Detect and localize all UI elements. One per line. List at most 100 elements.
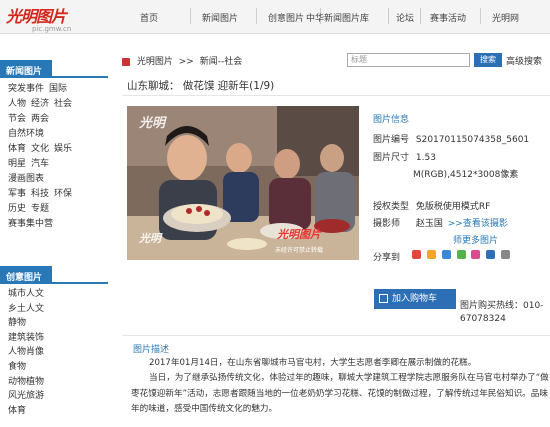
breadcrumb-home[interactable]: 光明图片 [137,57,173,67]
nav-gmw[interactable]: 光明网 [492,11,519,24]
cart-icon [379,294,388,303]
sidebar-link[interactable]: 人物肖像 [8,345,100,360]
search-button[interactable]: 搜索 [474,53,502,67]
sidebar-link[interactable]: 娱乐 [54,144,72,154]
page: 光明图片 pic.gmw.cn 首页 新闻图片 创意图片 中华新闻图片库 论坛 … [0,0,550,427]
description-title: 图片描述 [133,345,170,355]
breadcrumb: 光明图片 >> 新闻--社会 [122,54,242,67]
sidebar-link[interactable]: 体育 [8,144,26,154]
nav-photo-library[interactable]: 中华新闻图片库 [306,11,369,24]
sidebar-link[interactable]: 赛事集中营 [8,219,53,229]
info-value: 1.53 [415,153,436,163]
search-input[interactable]: 标题 [347,53,470,67]
more-works-link[interactable]: 师更多图片 [453,236,498,246]
home-icon [122,57,130,66]
nav-news-photos[interactable]: 新闻图片 [202,11,238,24]
add-to-cart-button[interactable]: 加入购物车 [374,289,456,309]
sidebar-link[interactable]: 突发事件 [8,84,44,94]
sidebar-link[interactable]: 汽车 [31,159,49,169]
nav-creative-photos[interactable]: 创意图片 [268,11,304,24]
sidebar-link[interactable]: 乡土人文 [8,302,100,317]
info-label: 分享到 [373,253,401,263]
sidebar-link[interactable]: 国际 [49,84,67,94]
main-nav: 首页 新闻图片 创意图片 中华新闻图片库 论坛 赛事活动 光明网 [120,8,550,26]
news-category-links: 突发事件 国际 人物 经济 社会 节会 两会 自然环境 体育 文化 娱乐 明星 汽车 漫画图表… [0,78,108,236]
info-label: 摄影师 [373,219,401,229]
sidebar-link[interactable]: 节会 [8,114,26,124]
news-section-header: 新闻图片 [0,60,108,78]
info-value: S20170115074358_5601 [415,135,530,145]
sidebar-link[interactable]: 历史 [8,204,26,214]
info-value: 免版税使用模式RF [415,202,491,212]
hotline: 图片购买热线：010-67078324 [460,301,544,324]
sidebar-link[interactable]: 明星 [8,159,26,169]
tencent-weibo-icon[interactable] [441,250,451,259]
qzone-icon[interactable] [426,250,436,259]
info-size-row: 图片尺寸 1.53 [373,150,436,163]
nav-events[interactable]: 赛事活动 [430,11,466,24]
description-paragraph: 2017年01月14日，在山东省聊城市马官屯村，大学生志愿者李卿在展示制做的花糕… [149,358,477,368]
sidebar-link[interactable]: 建筑装饰 [8,331,100,346]
divider [122,335,550,336]
weibo-icon[interactable] [411,250,421,259]
sidebar-link[interactable]: 食物 [8,360,100,375]
info-id-row: 图片编号 S20170115074358_5601 [373,132,529,145]
nav-forum[interactable]: 论坛 [396,11,414,24]
sidebar-link[interactable]: 科技 [31,189,49,199]
sidebar-link[interactable]: 环保 [54,189,72,199]
creative-section-title: 创意图片 [0,266,52,283]
sidebar-link[interactable]: 军事 [8,189,26,199]
advanced-search-link[interactable]: 高级搜索 [506,54,542,67]
share-row: 分享到 [373,250,513,263]
sidebar-link[interactable]: 城市人文 [8,287,100,302]
site-logo[interactable]: 光明图片 pic.gmw.cn [6,3,71,33]
description-paragraph: 当日，为了继承弘扬传统文化，体验过年的趣味，聊城大学建筑工程学院志愿服务队在马官… [131,373,549,415]
more-works-link[interactable]: >>查看该摄影 [448,219,508,229]
sidebar-link[interactable]: 人物 [8,99,26,109]
photographer-link[interactable]: 赵玉国 [416,219,443,229]
more-share-icon[interactable] [501,250,511,259]
photo-watermark: 光明 [139,116,166,131]
breadcrumb-separator: >> [178,57,194,67]
info-label: 图片编号 [373,135,410,145]
nav-divider [256,8,257,24]
left-sidebar: 新闻图片 突发事件 国际 人物 经济 社会 节会 两会 自然环境 体育 文化 娱乐 明星 汽车… [0,60,108,427]
sidebar-link[interactable]: 动物植物 [8,375,100,390]
sidebar-link[interactable]: 静物 [8,316,100,331]
sidebar-link[interactable]: 两会 [31,114,49,124]
info-label: 授权类型 [373,202,410,212]
wechat-icon[interactable] [456,250,466,259]
breadcrumb-section[interactable]: 新闻--社会 [200,57,243,67]
main-photo[interactable]: 光明 光明 光明图片 未经许可禁止转载 [127,106,359,260]
sidebar-link[interactable]: 风光旅游 [8,389,100,404]
more-works-link-2: 师更多图片 [453,233,498,246]
description-body: 2017年01月14日，在山东省聊城市马官屯村，大学生志愿者李卿在展示制做的花糕… [131,356,550,418]
logo-domain: pic.gmw.cn [32,25,72,33]
info-size-unit: M(RGB),4512*3008像素 [413,170,519,180]
divider [122,95,550,96]
info-label: 图片尺寸 [373,153,410,163]
photo-title: 山东聊城： 做花馍 迎新年(1/9) [127,80,275,92]
sidebar-link[interactable]: 自然环境 [8,129,44,139]
sidebar-link[interactable]: 漫画图表 [8,174,44,184]
sidebar-link[interactable]: 体育 [8,404,100,419]
share-icons [411,250,513,260]
creative-category-links: 城市人文 乡土人文 静物 建筑装饰 人物肖像 食物 动物植物 风光旅游 体育 [0,284,108,421]
photo-copyright-note: 未经许可禁止转载 [275,247,324,254]
douban-icon[interactable] [471,250,481,259]
photo-watermark-brand: 光明图片 [277,228,321,241]
creative-section: 创意图片 城市人文 乡土人文 静物 建筑装饰 人物肖像 食物 动物植物 风光旅游… [0,266,108,421]
nav-home[interactable]: 首页 [140,11,158,24]
logo-text: 光明图片 [6,7,67,26]
sidebar-link[interactable]: 社会 [54,99,72,109]
creative-section-header: 创意图片 [0,266,108,284]
sidebar-link[interactable]: 文化 [31,144,49,154]
renren-icon[interactable] [486,250,496,259]
sidebar-link[interactable]: 经济 [31,99,49,109]
nav-divider [190,8,191,24]
info-section-title: 图片信息 [373,115,410,125]
info-license-row: 授权类型 免版税使用模式RF [373,199,490,212]
nav-divider [420,8,421,24]
sidebar-link[interactable]: 专题 [31,204,49,214]
info-photographer-row: 摄影师 赵玉国 >>查看该摄影 [373,216,508,229]
